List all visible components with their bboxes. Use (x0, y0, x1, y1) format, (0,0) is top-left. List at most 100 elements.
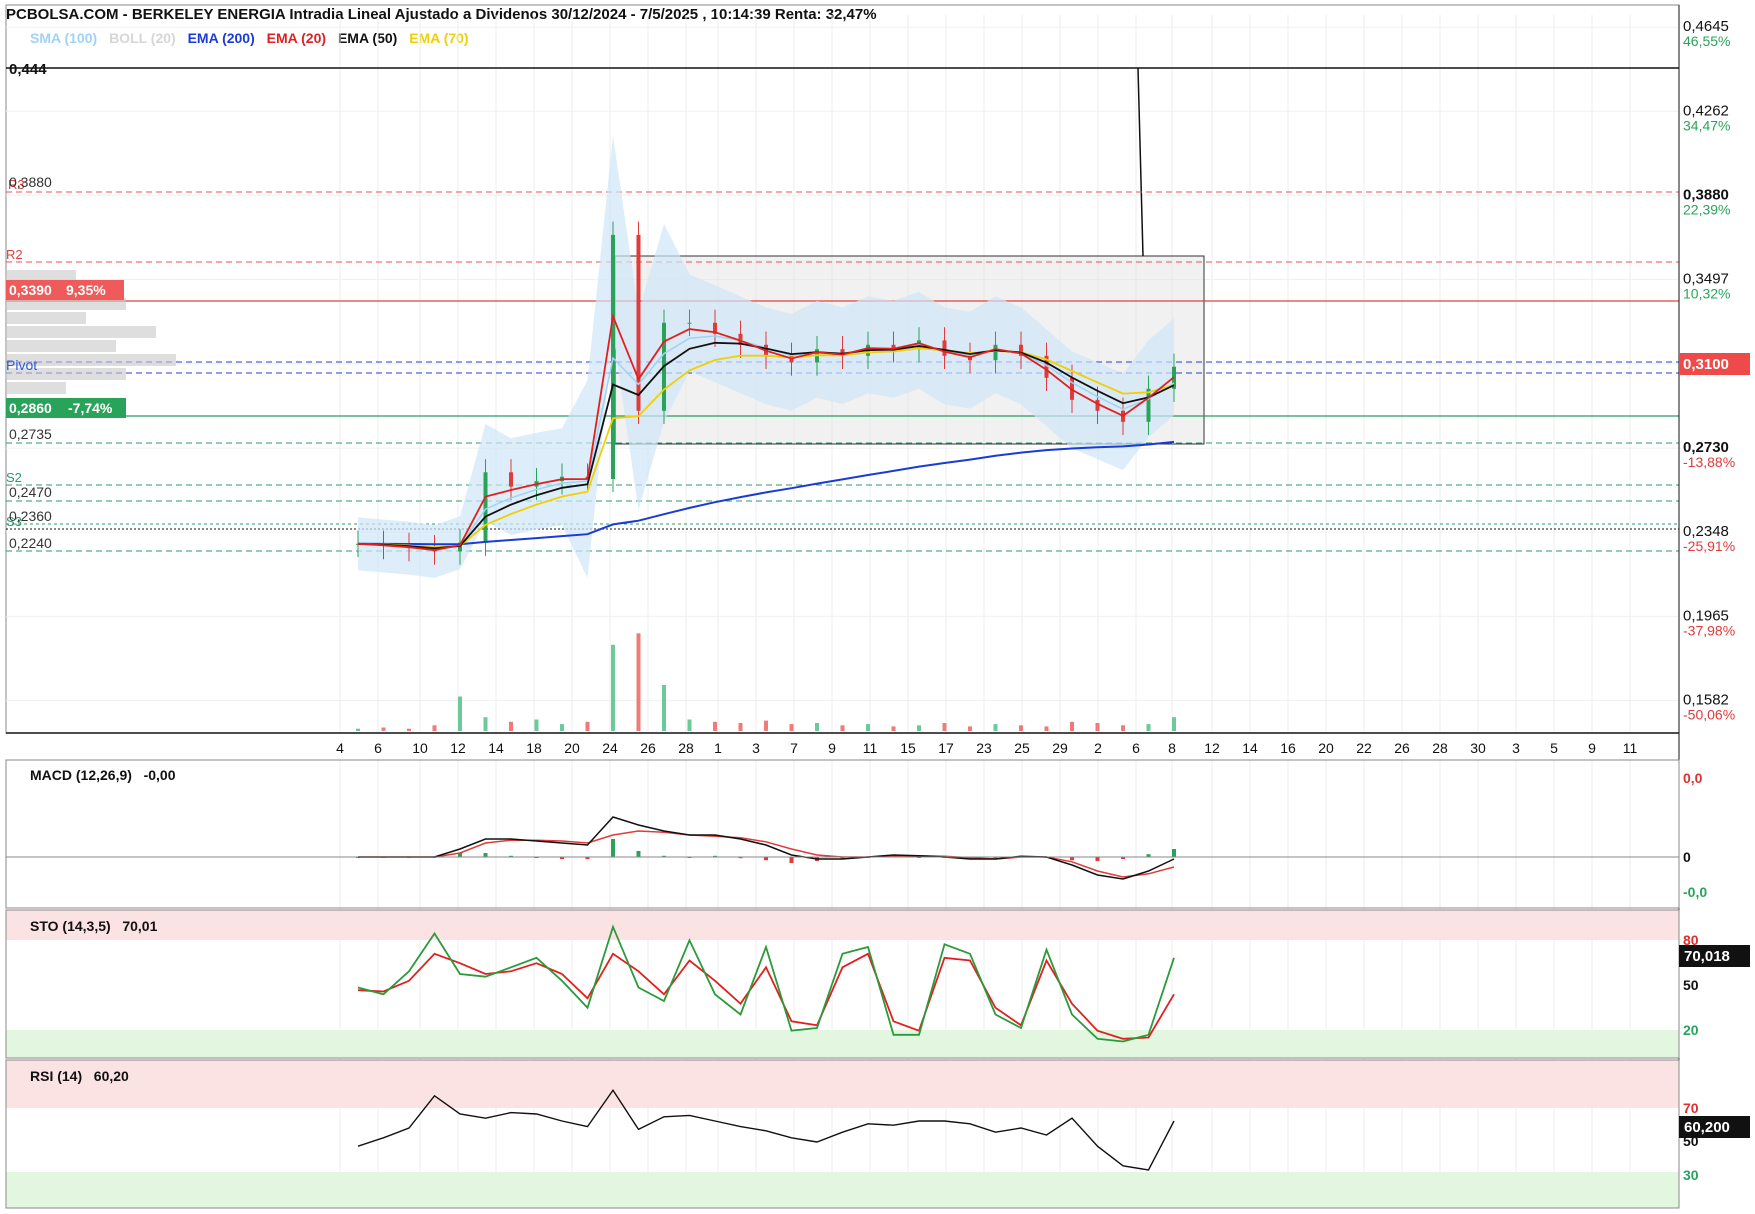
volume-bar (840, 725, 845, 732)
date-axis: 4 6 10 12 14 18 20 24 26 28 1 3 7 9 11 15 17 23 25 29 2 6 8 12 1… (6, 732, 1679, 756)
volume-bar (432, 725, 437, 732)
s2-value: 0,2470 (9, 484, 52, 500)
macd-plot (356, 816, 1176, 880)
rsi-axis-30: 30 (1683, 1167, 1699, 1183)
r1-pct: 9,35% (66, 282, 106, 298)
volume-bar (789, 724, 794, 731)
date-tick-label: 20 (564, 740, 580, 756)
trend-line (1137, 67, 1144, 257)
top-level-label: 0,444 (9, 61, 47, 78)
volume-bar (942, 723, 947, 731)
volume-bar (662, 685, 666, 731)
date-tick-label: 16 (1280, 740, 1296, 756)
r2-label: R2 (6, 247, 23, 262)
volume-bar (687, 719, 692, 731)
macd-title-text: MACD (12,26,9) (30, 767, 132, 783)
current-price-label: 0,3100 (1683, 356, 1729, 373)
rsi-title-text: RSI (14) (30, 1068, 83, 1084)
vertical-grid (339, 15, 1631, 1208)
sto-axis-50: 50 (1683, 977, 1699, 993)
macd-histogram-bar (483, 853, 488, 857)
candle-body (993, 344, 998, 361)
volume-bar (917, 725, 921, 732)
sto-value-label: 70,018 (1684, 948, 1730, 965)
date-tick-label: 10 (412, 740, 428, 756)
date-tick-label: 6 (1132, 740, 1140, 756)
volume-bar (738, 723, 743, 731)
sto-overbought-zone (6, 910, 1679, 940)
date-tick-label: 24 (602, 740, 618, 756)
volume-bar (1070, 721, 1074, 731)
date-tick-label: 23 (976, 740, 992, 756)
sto-oversold-zone (6, 1030, 1679, 1058)
macd-axis-top: 0,0 (1683, 770, 1703, 786)
volume-bar (483, 717, 488, 731)
volume-bar (636, 633, 641, 731)
macd-histogram-bar (636, 851, 641, 857)
volume-bar (381, 727, 386, 731)
date-tick-label: 12 (450, 740, 466, 756)
stock-chart: 0,444 R3 0,3880 R2 0,3390 9,35% Pivot 0,… (5, 4, 1750, 1209)
date-tick-label: 8 (1168, 740, 1176, 756)
sto-plot (357, 924, 1175, 1043)
rsi-axis-70: 70 (1683, 1100, 1699, 1116)
volume-bar (611, 644, 615, 732)
sto-d-line (357, 952, 1175, 1040)
r1-value: 0,3390 (9, 282, 52, 298)
volume-bar (1172, 717, 1176, 731)
sto-title-text: STO (14,3,5) (30, 918, 111, 934)
date-tick-label: 2 (1094, 740, 1102, 756)
volume-bar (356, 728, 360, 731)
r3-value: 0,3880 (9, 174, 52, 190)
date-tick-label: 26 (640, 740, 656, 756)
volume-bar (815, 723, 819, 731)
volume-bar (891, 726, 896, 731)
volume-bar (713, 721, 717, 731)
rsi-value-label: 60,200 (1684, 1119, 1730, 1136)
s2-label: S2 (6, 470, 22, 485)
volume-bar (1095, 723, 1100, 731)
date-tick-label: 28 (678, 740, 694, 756)
date-tick-label: 3 (1512, 740, 1520, 756)
candle-body (483, 472, 488, 543)
rsi-value: 60,20 (93, 1068, 129, 1084)
macd-line (358, 816, 1175, 880)
volume-bar (1146, 724, 1151, 731)
s3-value: 0,2360 (9, 508, 52, 524)
macd-title: MACD (12,26,9) -0,00 (30, 767, 176, 783)
s1-value: 0,2860 (9, 400, 52, 416)
date-tick-label: 29 (1052, 740, 1068, 756)
volume-bar (764, 720, 768, 731)
pct-tick-label: -13,88% (1683, 454, 1735, 470)
pct-tick-label: 46,55% (1683, 33, 1730, 49)
pct-tick-label: 10,32% (1683, 286, 1730, 302)
volume-bar (1121, 725, 1125, 732)
date-tick-label: 11 (1623, 740, 1638, 756)
date-tick-label: 17 (938, 740, 954, 756)
macd-histogram-bar (1172, 849, 1176, 857)
date-tick-label: 18 (526, 740, 542, 756)
level-2735-label: 0,2735 (9, 426, 52, 442)
volume-bar (968, 726, 972, 731)
date-tick-label: 25 (1014, 740, 1030, 756)
date-tick-label: 15 (900, 740, 916, 756)
volume-bar (866, 724, 870, 731)
date-tick-label: 11 (863, 740, 878, 756)
date-tick-label: 22 (1356, 740, 1372, 756)
date-tick-label: 14 (488, 740, 504, 756)
rsi-title: RSI (14) 60,20 (30, 1068, 129, 1084)
volume-bar (534, 719, 539, 731)
date-tick-label: 1 (714, 740, 722, 756)
date-tick-label: 12 (1204, 740, 1220, 756)
pct-tick-label: -50,06% (1683, 707, 1735, 723)
date-tick-label: 28 (1432, 740, 1448, 756)
sto-title: STO (14,3,5) 70,01 (30, 918, 157, 934)
sto-axis-20: 20 (1683, 1022, 1699, 1038)
volume-bar (560, 724, 564, 731)
volume-bar (458, 696, 462, 731)
candle-body (509, 472, 513, 487)
macd-axis-zero: 0 (1683, 849, 1691, 865)
date-tick-label: 14 (1242, 740, 1258, 756)
date-tick-label: 30 (1470, 740, 1486, 756)
s1-pct: -7,74% (68, 400, 113, 416)
